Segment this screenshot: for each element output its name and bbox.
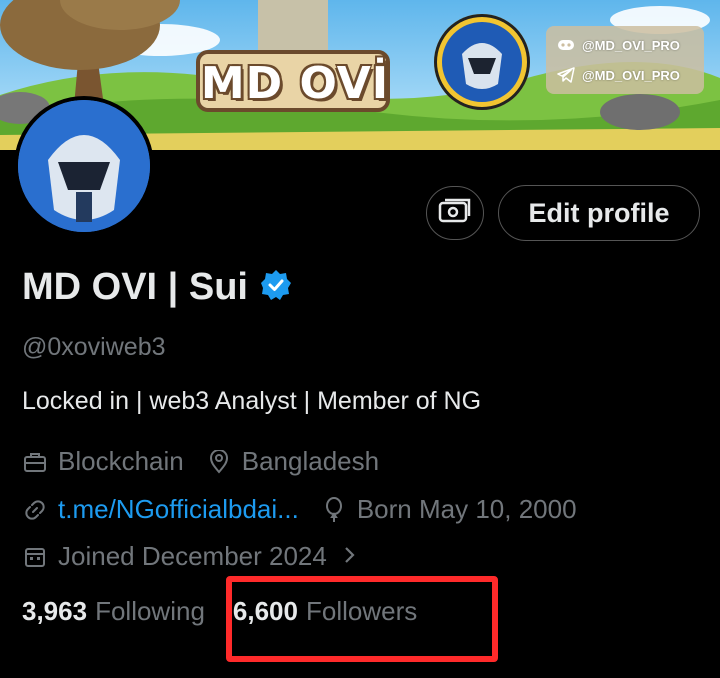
edit-profile-button[interactable]: Edit profile [498,185,700,241]
birthday-item: Born May 10, 2000 [321,494,577,525]
following-count: 3,963 [22,596,88,626]
user-handle: @0xoviweb3 [22,333,166,361]
joined-item[interactable]: Joined December 2024 [22,541,357,572]
telegram-handle: @MD_OVI_PRO [582,67,680,83]
chevron-right-icon [343,541,357,572]
website-item[interactable]: t.me/NGofficialbdai... [22,494,299,525]
profile-avatar[interactable] [14,96,154,236]
website-link[interactable]: t.me/NGofficialbdai... [58,494,299,525]
verified-badge-icon[interactable] [260,269,292,306]
location-text: Bangladesh [241,446,380,476]
discord-handle: @MD_OVI_PRO [582,37,680,53]
meta-row-1: Blockchain Bangladesh [22,446,401,477]
category-item: Blockchain [22,446,184,477]
calendar-icon [22,544,48,570]
category-text: Blockchain [58,446,184,476]
profile-bio: Locked in | web3 Analyst | Member of NG [22,387,482,415]
money-icon [438,198,472,229]
meta-row-2: t.me/NGofficialbdai... Born May 10, 2000 [22,494,599,525]
discord-row: @MD_OVI_PRO [546,30,704,60]
banner-sign-text: MD OVİ [200,57,390,109]
meta-row-3[interactable]: Joined December 2024 [22,541,379,572]
followers-highlight-box [226,576,498,662]
professional-tools-button[interactable] [426,186,484,240]
telegram-icon [556,65,576,85]
balloon-icon [321,496,347,523]
discord-icon [556,35,576,55]
briefcase-icon [22,449,48,475]
banner-social-box: @MD_OVI_PRO @MD_OVI_PRO [546,26,704,94]
location-pin-icon [206,449,232,475]
telegram-row: @MD_OVI_PRO [546,60,704,90]
name-row: MD OVI | Sui [22,266,292,309]
link-icon [22,497,48,523]
joined-text: Joined December 2024 [58,541,327,571]
display-name: MD OVI | Sui [22,266,248,308]
following-link[interactable]: 3,963 Following [22,596,233,627]
avatar-image [18,100,150,232]
location-item: Bangladesh [206,446,379,477]
banner-logo [434,14,530,110]
following-label: Following [95,596,205,626]
birthday-text: Born May 10, 2000 [356,494,577,524]
